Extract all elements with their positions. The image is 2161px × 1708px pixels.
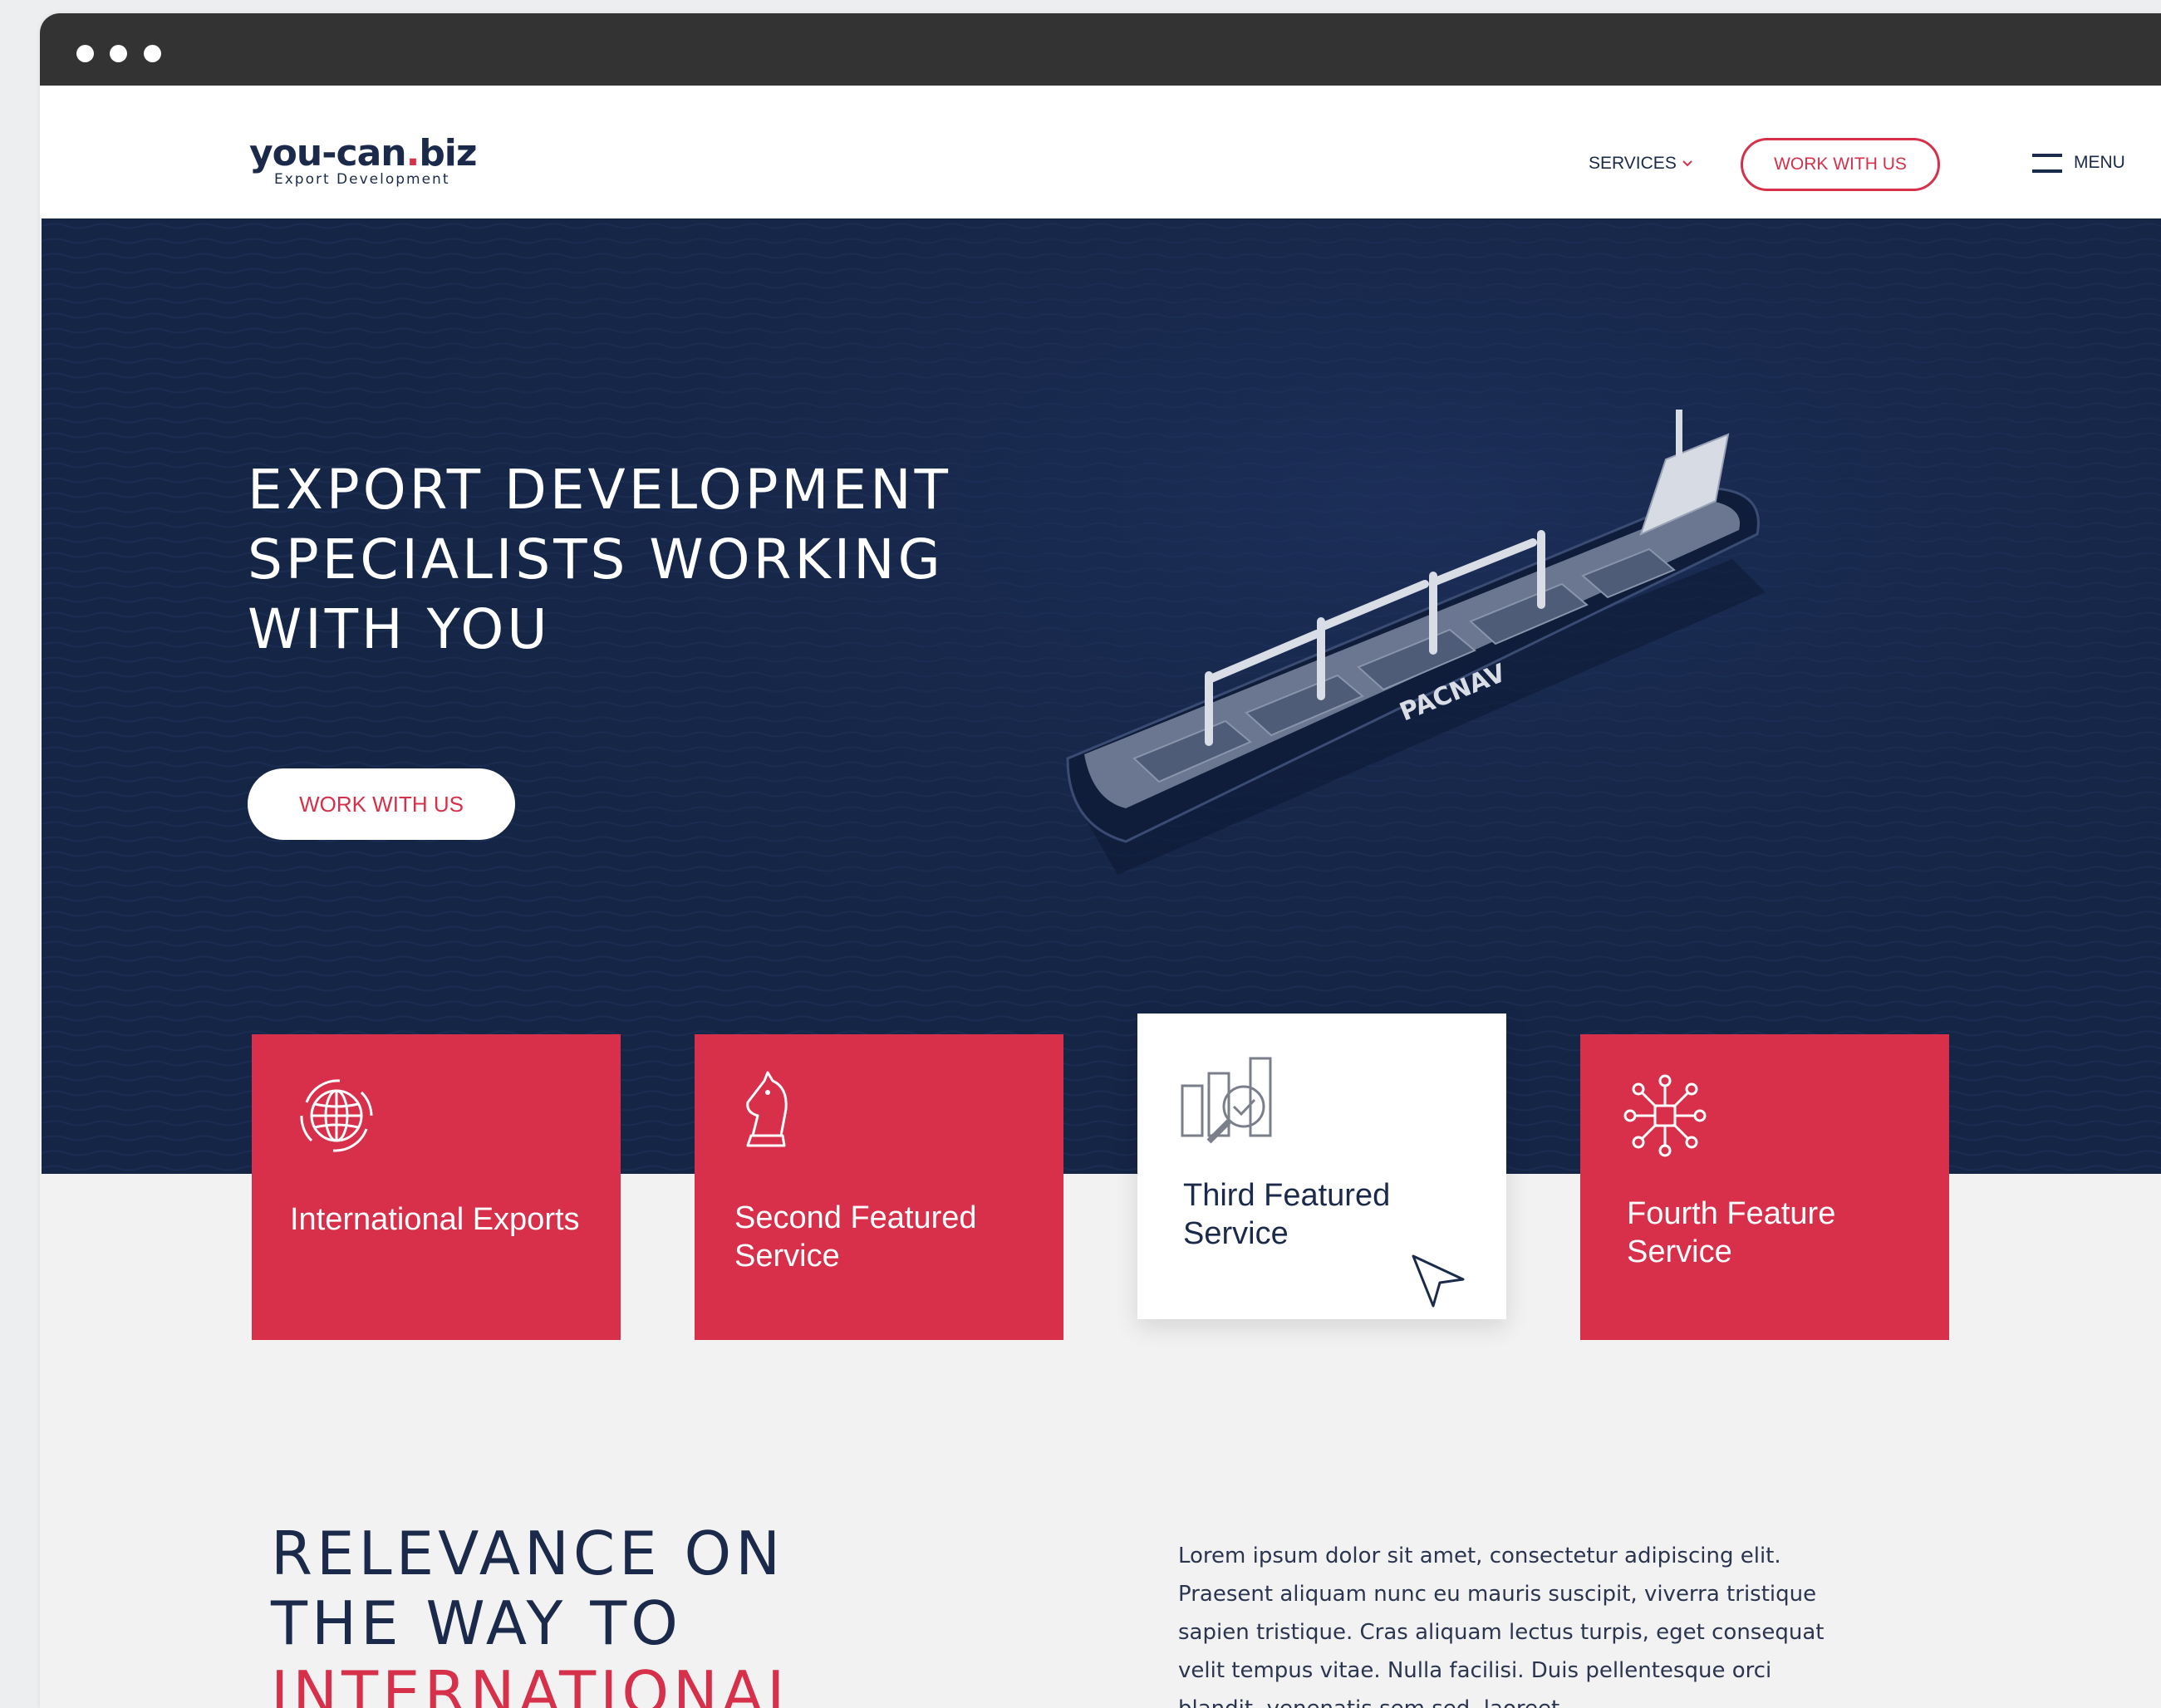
hero-section: EXPORT DEVELOPMENT SPECIALISTS WORKING W… <box>42 218 2161 1174</box>
window-dot <box>76 45 94 62</box>
section-heading-line: THE WAY TO <box>271 1588 682 1658</box>
feature-card-label: International Exports <box>290 1202 580 1237</box>
section-body-text: Lorem ipsum dolor sit amet, consectetur … <box>1178 1544 1825 1708</box>
services-label: SERVICES <box>1589 154 1677 173</box>
feature-card-second[interactable]: Second Featured Service <box>695 1034 1063 1340</box>
logo-text-b: biz <box>419 132 477 174</box>
site-logo[interactable]: you-can.biz Export Development <box>249 132 478 188</box>
feature-card-label: Third Featured Service <box>1183 1178 1391 1251</box>
menu-button[interactable]: MENU <box>2032 152 2125 174</box>
feature-card-international-exports[interactable]: International Exports <box>252 1034 621 1340</box>
hamburger-icon <box>2032 152 2062 174</box>
feature-card-fourth[interactable]: Fourth Feature Service <box>1580 1034 1949 1340</box>
section-heading: RELEVANCE ON THE WAY TO INTERNATIONAL <box>271 1519 1102 1708</box>
globe-arrows-icon <box>300 1079 373 1152</box>
site-header: you-can.biz Export Development SERVICES … <box>40 86 2161 218</box>
window-dot <box>144 45 161 62</box>
work-with-us-hero-button[interactable]: WORK WITH US <box>248 768 515 840</box>
logo-text-dot: . <box>405 132 420 174</box>
cargo-ship-image: PACNAV <box>1066 410 1766 875</box>
services-dropdown[interactable]: SERVICES <box>1589 154 1693 174</box>
chart-magnifier-icon <box>1181 1057 1272 1144</box>
network-nodes-icon <box>1623 1074 1707 1157</box>
hero-title-line: EXPORT DEVELOPMENT <box>248 458 951 522</box>
chevron-down-icon <box>1682 160 1692 167</box>
browser-titlebar <box>40 13 2161 86</box>
menu-label: MENU <box>2074 153 2125 172</box>
logo-tagline: Export Development <box>274 171 450 188</box>
window-dot <box>110 45 127 62</box>
logo-text-a: you-can <box>249 132 407 174</box>
hero-title: EXPORT DEVELOPMENT SPECIALISTS WORKING W… <box>248 455 1062 665</box>
browser-window: you-can.biz Export Development SERVICES … <box>40 13 2161 1708</box>
hero-title-line: WITH YOU <box>248 597 551 661</box>
section-heading-line: INTERNATIONAL <box>271 1658 805 1708</box>
section-heading-line: RELEVANCE ON <box>271 1519 785 1588</box>
chess-knight-icon <box>746 1071 788 1147</box>
mouse-pointer-icon <box>1412 1254 1465 1308</box>
feature-card-label: Fourth Feature Service <box>1627 1196 1836 1269</box>
hero-title-line: SPECIALISTS WORKING <box>248 528 944 591</box>
feature-card-label: Second Featured Service <box>734 1200 977 1274</box>
work-with-us-nav-button[interactable]: WORK WITH US <box>1741 138 1940 191</box>
